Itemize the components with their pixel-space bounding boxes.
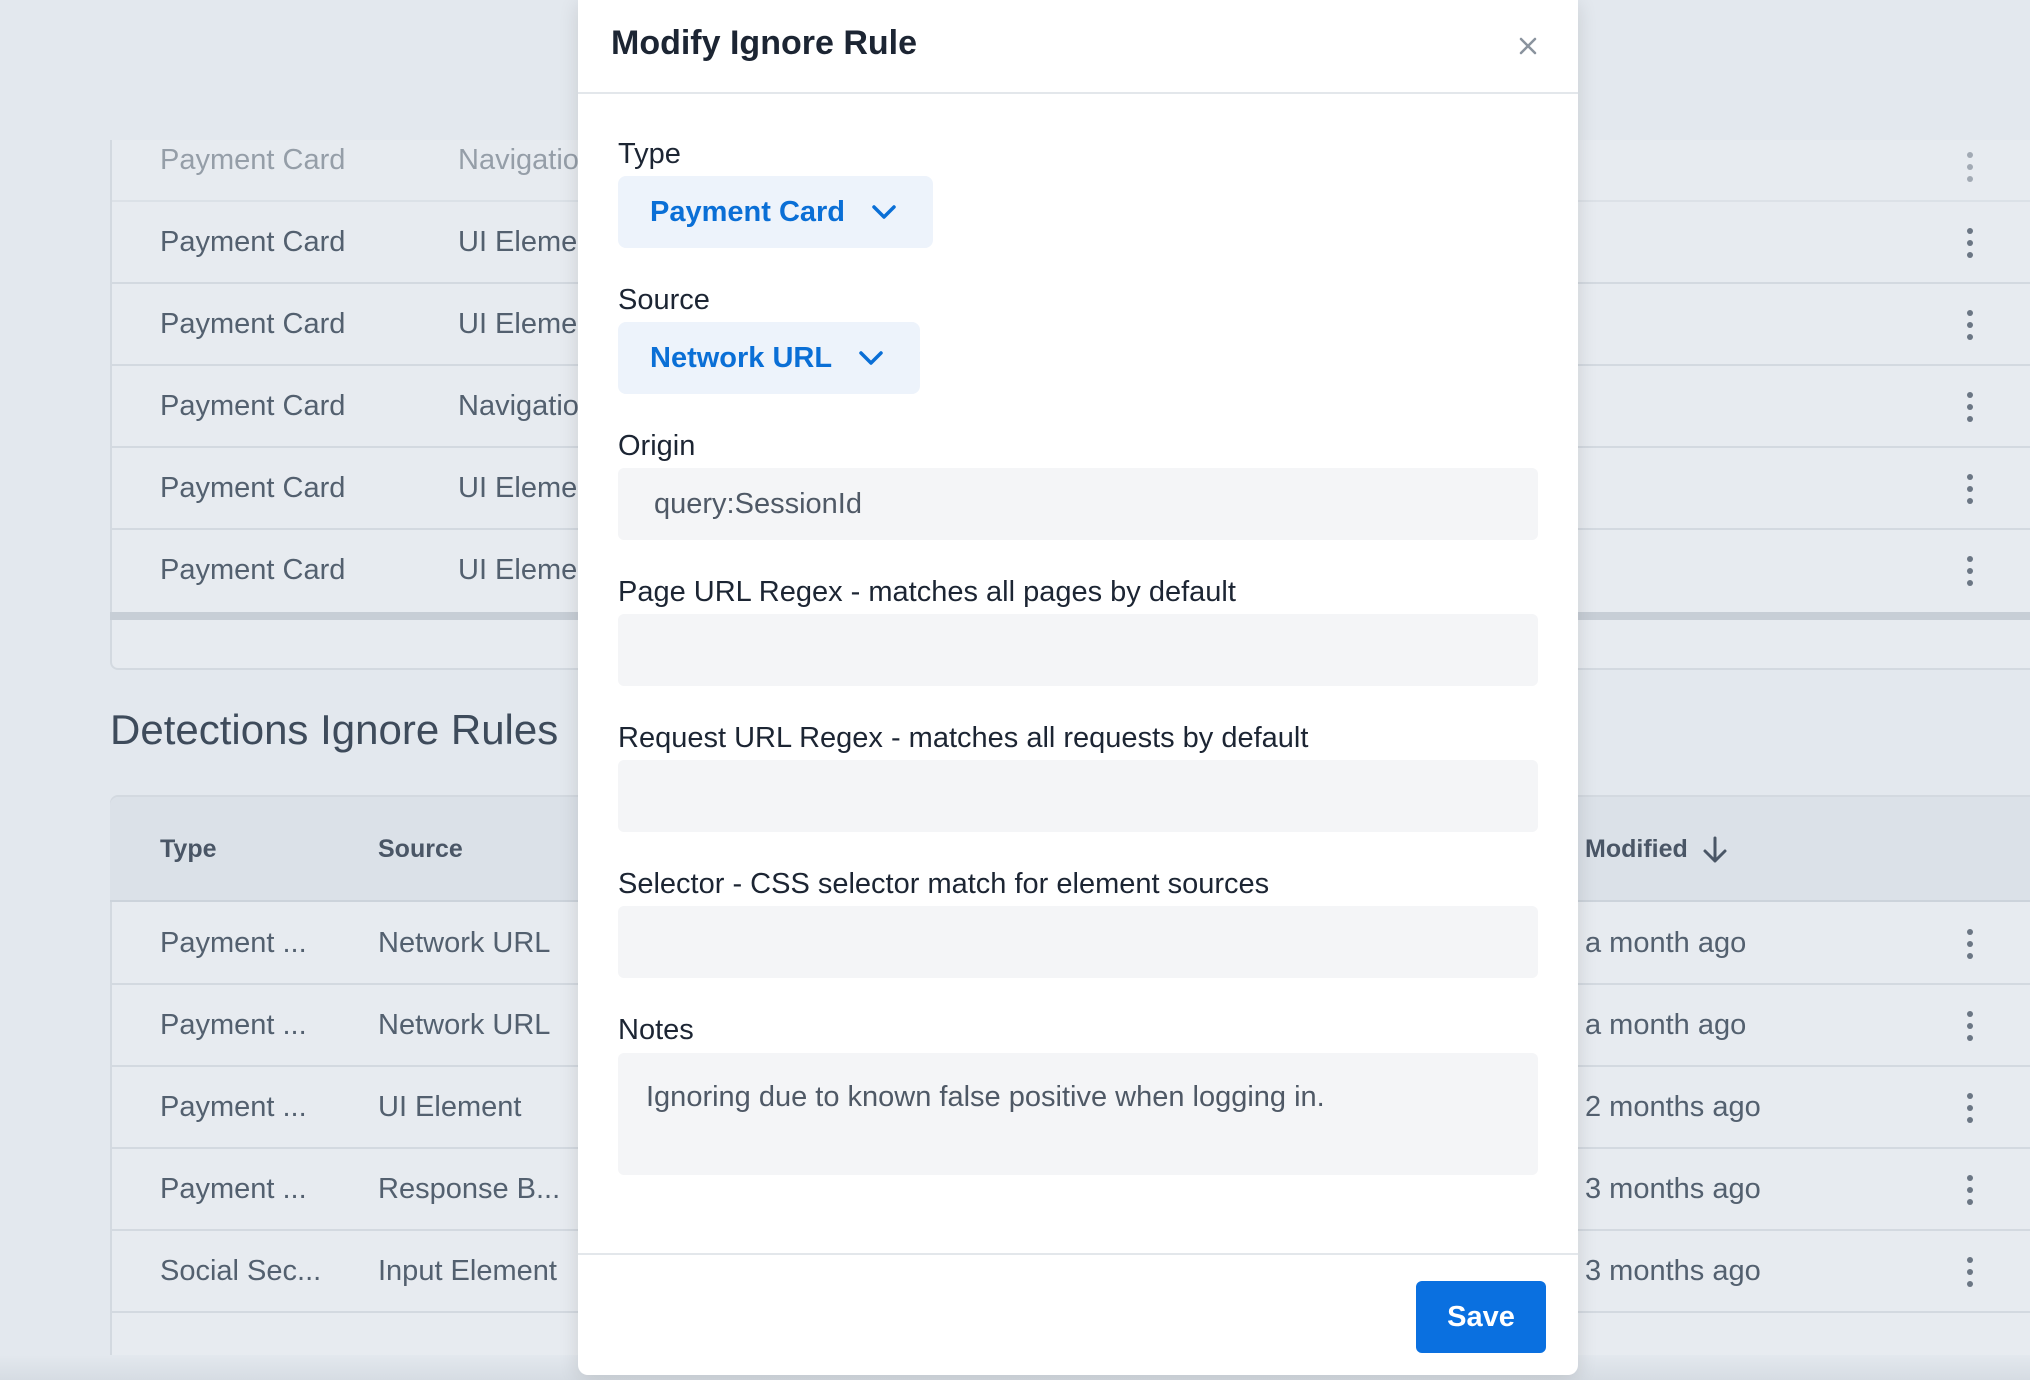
row-source: Network URL	[378, 1009, 551, 1041]
origin-label: Origin	[618, 430, 696, 462]
section-heading: Detections Ignore Rules	[110, 706, 559, 753]
dialog-header: Modify Ignore Rule	[578, 0, 1578, 94]
row-source: UI Eleme	[458, 554, 578, 586]
row-source: UI Eleme	[458, 308, 578, 340]
more-options-icon[interactable]	[1967, 929, 1973, 959]
dialog-footer: Save	[578, 1253, 1578, 1375]
more-options-icon[interactable]	[1967, 392, 1973, 422]
type-select[interactable]: Payment Card	[618, 176, 933, 248]
more-options-icon[interactable]	[1967, 1093, 1973, 1123]
row-source: Network URL	[378, 927, 551, 959]
more-options-icon[interactable]	[1967, 310, 1973, 340]
row-source: Navigatio	[458, 144, 579, 176]
more-options-icon[interactable]	[1967, 228, 1973, 258]
row-source: Input Element	[378, 1255, 557, 1287]
column-header-modified[interactable]: Modified	[1585, 835, 1728, 864]
type-select-value: Payment Card	[650, 195, 846, 228]
more-options-icon[interactable]	[1967, 1257, 1973, 1287]
save-button[interactable]: Save	[1416, 1281, 1546, 1353]
row-type: Payment Card	[160, 144, 346, 176]
row-modified: a month ago	[1585, 1009, 1747, 1041]
more-options-icon[interactable]	[1967, 474, 1973, 504]
chevron-down-icon	[859, 351, 883, 365]
close-icon	[1519, 37, 1537, 55]
row-type: Payment Card	[160, 554, 346, 586]
row-modified: 2 months ago	[1585, 1091, 1761, 1123]
row-type: Payment ...	[160, 927, 307, 959]
row-type: Social Sec...	[160, 1255, 322, 1287]
row-source: UI Eleme	[458, 472, 578, 504]
more-options-icon[interactable]	[1967, 556, 1973, 586]
selector-field[interactable]	[618, 906, 1538, 978]
row-modified: 3 months ago	[1585, 1255, 1761, 1287]
modify-ignore-rule-dialog: Modify Ignore Rule Type Payment Card Sou…	[578, 0, 1578, 1375]
column-header-modified-label: Modified	[1585, 835, 1688, 863]
notes-field[interactable]: Ignoring due to known false positive whe…	[618, 1053, 1538, 1175]
row-source: Navigatio	[458, 390, 579, 422]
row-type: Payment ...	[160, 1173, 307, 1205]
request-url-regex-label: Request URL Regex - matches all requests…	[618, 722, 1309, 754]
column-header-source[interactable]: Source	[378, 835, 463, 864]
source-select-value: Network URL	[650, 341, 833, 374]
column-header-type[interactable]: Type	[160, 835, 217, 864]
row-modified: 3 months ago	[1585, 1173, 1761, 1205]
chevron-down-icon	[872, 205, 896, 219]
more-options-icon[interactable]	[1967, 152, 1973, 182]
page-url-regex-label: Page URL Regex - matches all pages by de…	[618, 576, 1236, 608]
source-select[interactable]: Network URL	[618, 322, 920, 394]
row-type: Payment Card	[160, 472, 346, 504]
row-type: Payment Card	[160, 226, 346, 258]
row-type: Payment Card	[160, 308, 346, 340]
row-type: Payment ...	[160, 1091, 307, 1123]
notes-label: Notes	[618, 1014, 694, 1046]
origin-field[interactable]	[618, 468, 1538, 540]
row-source: Response B...	[378, 1173, 561, 1205]
request-url-regex-field[interactable]	[618, 760, 1538, 832]
sort-descending-icon	[1703, 836, 1727, 862]
row-type: Payment ...	[160, 1009, 307, 1041]
selector-label: Selector - CSS selector match for elemen…	[618, 868, 1270, 900]
page-url-regex-field[interactable]	[618, 614, 1538, 686]
row-source: UI Element	[378, 1091, 522, 1123]
dialog-title: Modify Ignore Rule	[611, 24, 917, 62]
row-source: UI Eleme	[458, 226, 578, 258]
type-label: Type	[618, 138, 681, 170]
more-options-icon[interactable]	[1967, 1175, 1973, 1205]
more-options-icon[interactable]	[1967, 1011, 1973, 1041]
source-label: Source	[618, 284, 710, 316]
close-button[interactable]	[1510, 28, 1546, 64]
row-modified: a month ago	[1585, 927, 1747, 959]
row-type: Payment Card	[160, 390, 346, 422]
